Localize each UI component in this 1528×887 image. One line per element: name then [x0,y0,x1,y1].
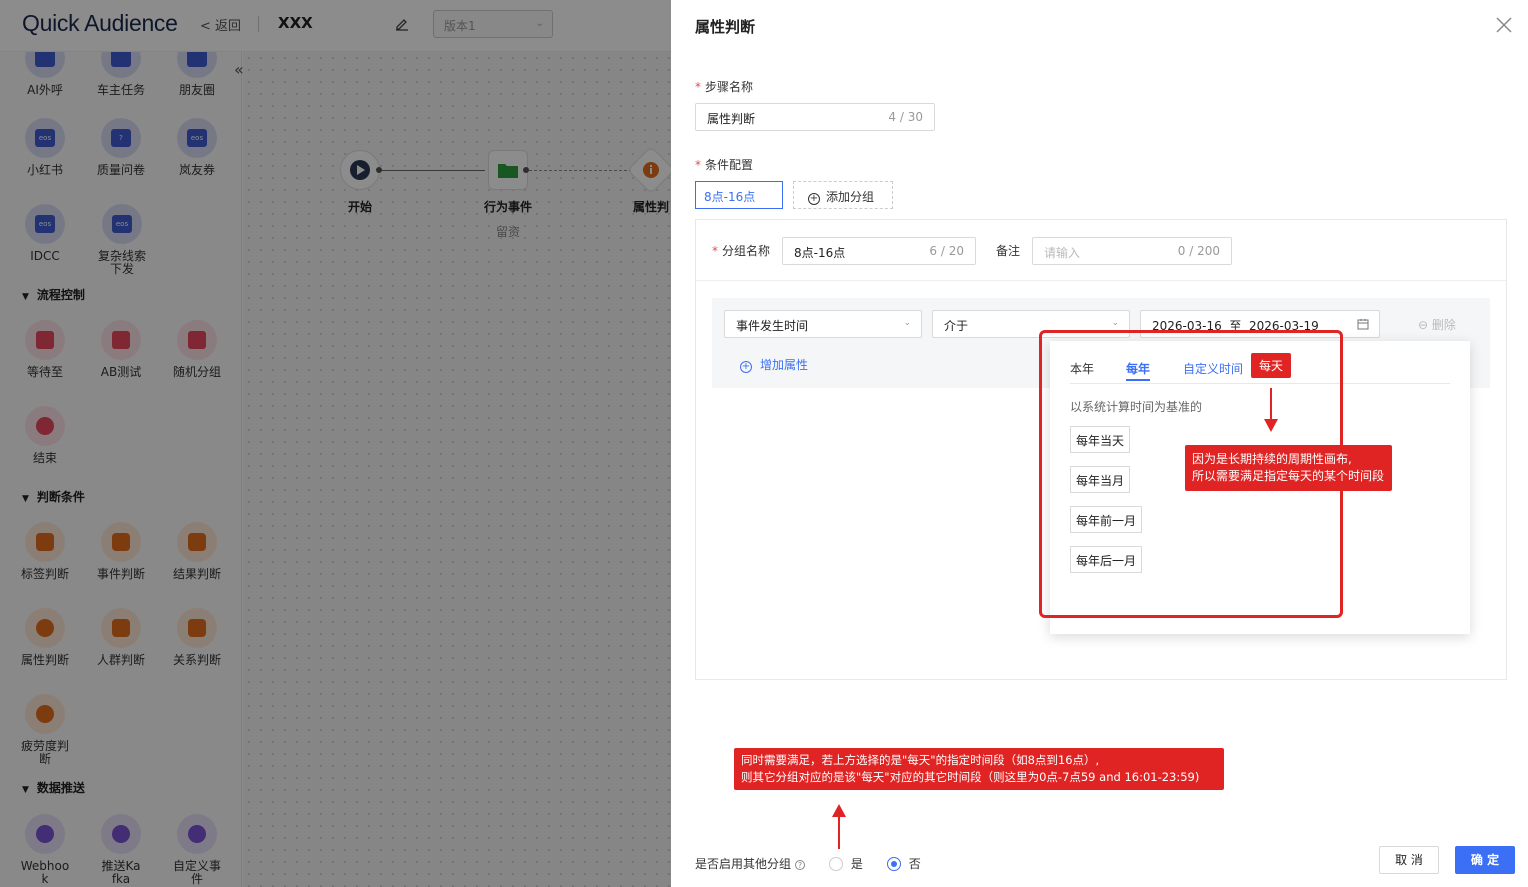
note-line: 同时需要满足，若上方选择的是"每天"的指定时间段（如8点到16点）, [741,753,1100,767]
label-text: 条件配置 [705,158,754,172]
drawer-title: 属性判断 [695,18,756,36]
label-text: 分组名称 [722,244,771,258]
required-mark: * [712,244,718,258]
confirm-button[interactable]: 确 定 [1455,846,1515,874]
required-mark: * [695,158,701,172]
input-value: 属性判断 [707,112,756,126]
remark-label: 备注 [996,244,1021,258]
chevron-down-icon: ⌄ [1111,318,1119,328]
chevron-down-icon: ⌄ [903,318,911,328]
cancel-button[interactable]: 取 消 [1379,846,1439,874]
required-mark: * [695,80,701,94]
enable-other-group-row: 是否启用其他分组? 是 否 [695,855,921,872]
annotation-note-other-group: 同时需要满足，若上方选择的是"每天"的指定时间段（如8点到16点）, 则其它分组… [734,748,1224,790]
select-value: 事件发生时间 [736,319,809,333]
question-icon[interactable]: ? [795,860,806,870]
input-placeholder: 请输入 [1044,246,1081,260]
button-label: 删除 [1431,318,1456,332]
arrow-up-icon [838,815,840,849]
note-line: 则其它分组对应的是该"每天"对应的其它时间段（则这里为0点-7点59 and 1… [741,770,1200,784]
button-label: 添加分组 [826,190,875,204]
arrowhead-down-icon [1264,419,1278,432]
add-attribute-button[interactable]: + 增加属性 [740,356,808,373]
enable-other-label: 是否启用其他分组 [695,857,792,871]
delete-button[interactable]: ⊖ 删除 [1418,316,1456,333]
condition-config-label: * 条件配置 [695,156,753,173]
char-count: 0 / 200 [1177,244,1220,258]
minus-circle-icon: ⊖ [1418,318,1429,332]
select-value: 介于 [944,319,969,333]
close-icon[interactable] [1495,16,1513,34]
note-line: 所以需要满足指定每天的某个时间段 [1192,469,1385,483]
button-label: 增加属性 [760,358,809,372]
char-count: 4 / 30 [888,110,923,124]
group-name-input[interactable]: 8点-16点 6 / 20 [782,237,976,265]
radio-yes[interactable] [828,857,843,871]
plus-circle-icon: + [808,193,820,205]
input-value: 8点-16点 [794,246,846,260]
calendar-icon [1357,319,1369,330]
radio-no[interactable] [886,857,901,871]
add-group-button[interactable]: + 添加分组 [793,181,893,209]
char-count: 6 / 20 [929,244,964,258]
plus-circle-icon: + [740,361,752,373]
step-name-input[interactable]: 属性判断 4 / 30 [695,103,935,131]
attribute-select[interactable]: 事件发生时间 ⌄ [724,310,922,338]
label-text: 步骤名称 [705,80,754,94]
divider [696,280,1506,281]
attr-judge-drawer: 属性判断 * 步骤名称 属性判断 4 / 30 * 条件配置 8点-16点 + 添加分… [671,0,1528,887]
annotation-tag-daily: 每天 [1251,353,1292,378]
step-name-label: * 步骤名称 [695,78,753,95]
radio-yes-label[interactable]: 是 [851,857,863,871]
group-tab[interactable]: 8点-16点 [695,181,783,209]
note-line: 因为是长期持续的周期性画布, [1192,452,1352,466]
remark-input[interactable]: 请输入 0 / 200 [1032,237,1232,265]
annotation-note-periodic: 因为是长期持续的周期性画布, 所以需要满足指定每天的某个时间段 [1185,445,1392,491]
radio-no-label[interactable]: 否 [909,857,921,871]
group-name-label: * 分组名称 [712,242,770,259]
arrow-down-icon [1270,388,1272,422]
